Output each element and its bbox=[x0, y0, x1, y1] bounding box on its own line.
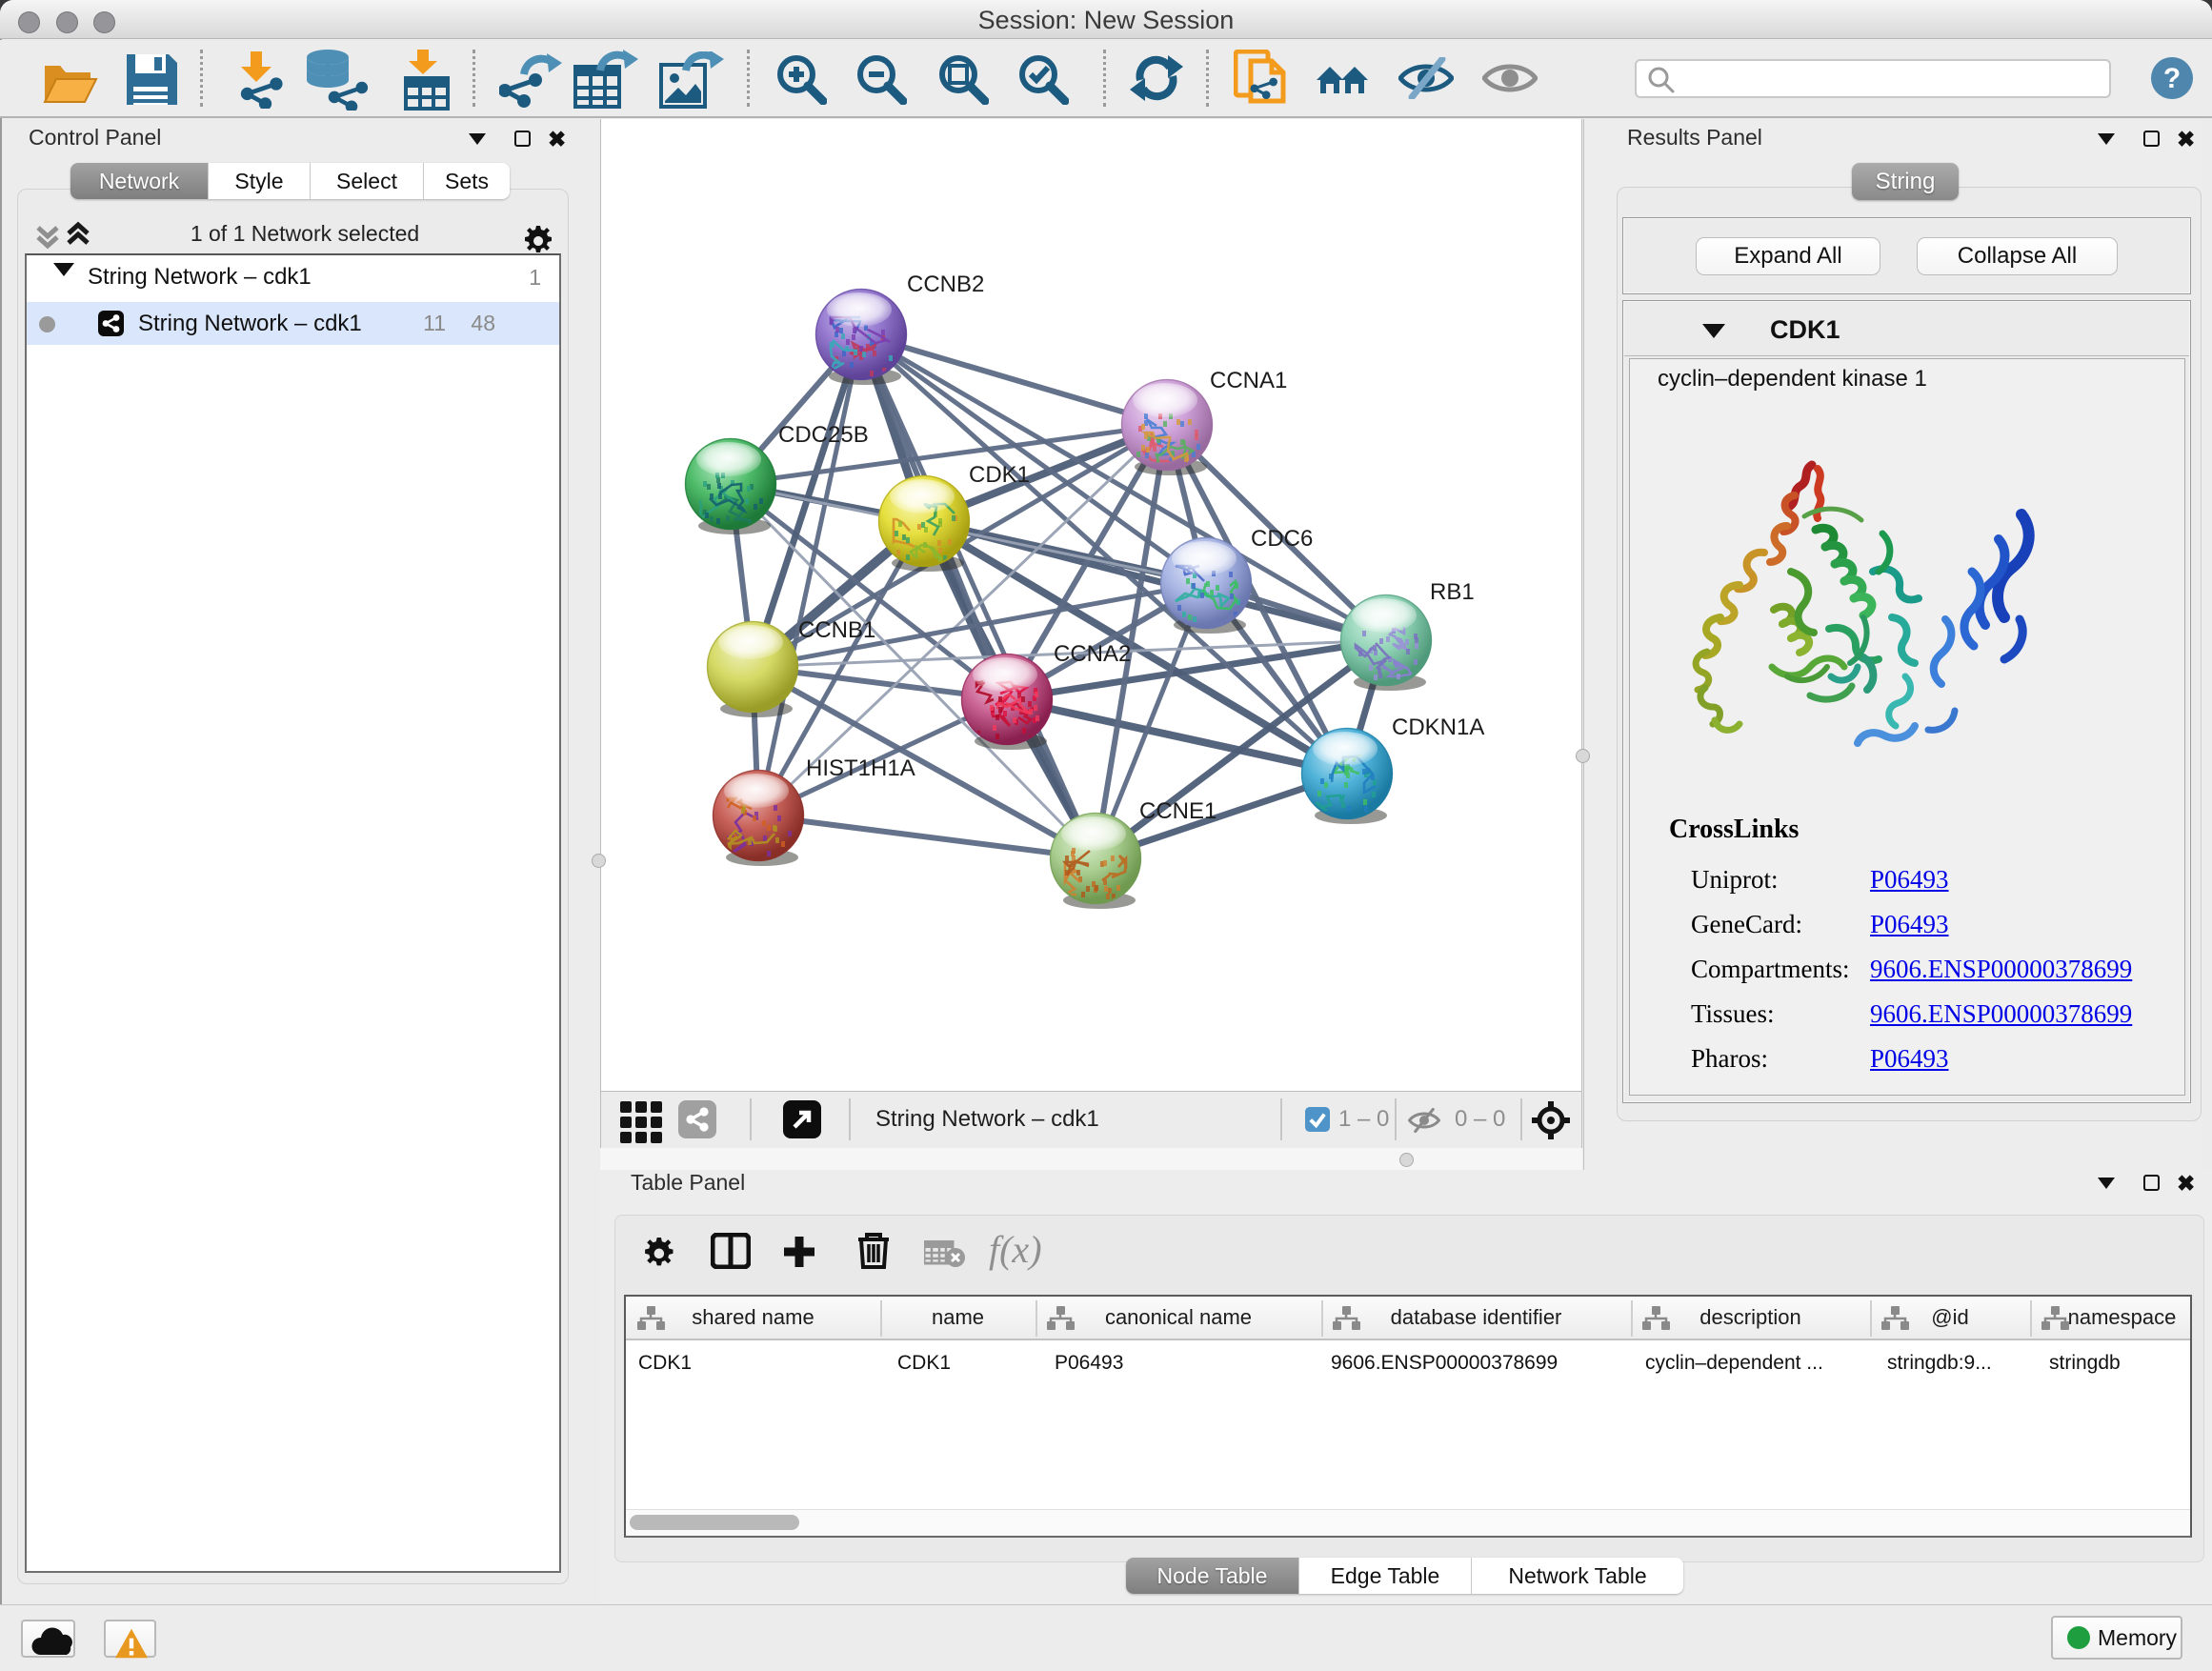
svg-text:CCNA1: CCNA1 bbox=[1210, 368, 1287, 393]
svg-text:CCNA2: CCNA2 bbox=[1054, 641, 1131, 667]
svg-text:CDKN1A: CDKN1A bbox=[1392, 715, 1484, 740]
svg-text:CDC25B: CDC25B bbox=[778, 422, 869, 448]
svg-text:RB1: RB1 bbox=[1430, 579, 1475, 605]
svg-text:CCNB2: CCNB2 bbox=[907, 272, 984, 297]
svg-text:CCNE1: CCNE1 bbox=[1139, 798, 1217, 824]
svg-text:?: ? bbox=[2163, 63, 2181, 94]
svg-text:CDK1: CDK1 bbox=[969, 462, 1030, 488]
svg-text:HIST1H1A: HIST1H1A bbox=[806, 755, 915, 781]
svg-text:CDC6: CDC6 bbox=[1251, 526, 1313, 552]
svg-text:CCNB1: CCNB1 bbox=[798, 617, 875, 643]
